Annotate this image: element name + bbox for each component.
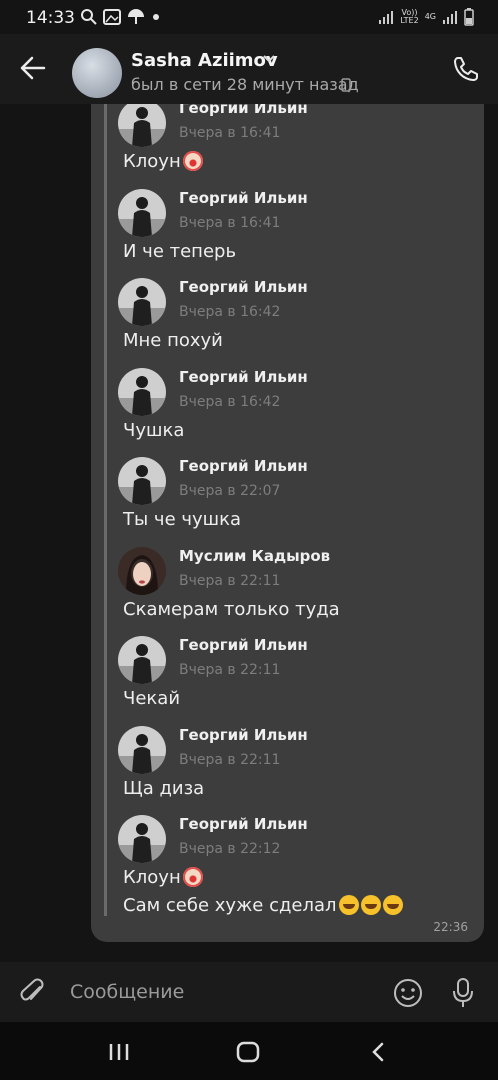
message-text-line2: Сам себе хуже сделал [123,895,403,916]
message-text-content: Мне похуй [123,330,223,351]
bubble-time: 22:36 [433,920,468,934]
network-label: Vo)) LTE2 [400,9,418,25]
author-avatar[interactable] [118,367,166,416]
signal-icon [379,11,394,24]
message-text-content: Чушка [123,419,185,441]
status-bar: 14:33 Vo)) LTE2 4G [0,0,498,34]
message-input[interactable]: Сообщение [70,981,184,1003]
message-text-content: Сам себе хуже сделал [123,895,337,916]
system-nav-bar [0,1022,498,1080]
status-time: 14:33 [26,8,75,28]
message-text: И че теперь [123,241,236,262]
author-name[interactable]: Георгий Ильин [179,368,308,386]
phone-call-icon[interactable] [452,55,480,83]
author-name[interactable]: Муслим Кадыров [179,547,330,565]
message-text: Мне похуй [123,330,223,351]
author-avatar[interactable] [118,188,166,237]
author-name[interactable]: Георгий Ильин [179,278,308,296]
home-icon[interactable] [236,1041,260,1063]
message-time: Вчера в 16:41 [179,125,281,141]
message-time: Вчера в 22:11 [179,751,281,768]
clown-emoji-icon [182,151,203,171]
chat-header: Sasha Aziimov был в сети 28 минут назад [0,34,498,104]
author-name[interactable]: Георгий Ильин [179,636,308,654]
dot-icon [153,14,159,20]
microphone-icon[interactable] [452,977,474,1009]
mobile-icon [341,78,351,92]
author-avatar[interactable] [118,725,166,774]
message-text-content: Ты че чушка [123,509,242,530]
message-text: Клоун [123,151,203,172]
emoji-icon[interactable] [393,978,423,1008]
attach-icon[interactable] [20,978,48,1008]
message-input-bar: Сообщение [0,962,498,1022]
author-name[interactable]: Георгий Ильин [179,189,308,207]
message-time: Вчера в 22:11 [179,572,281,589]
message-text: Ща диза [123,778,204,799]
message-text-content: И че теперь [123,240,237,262]
message-text-content: Ща диза [123,777,205,799]
message-time: Вчера в 16:42 [179,304,281,320]
message-text: Ты че чушка [123,509,241,530]
contact-status: был в сети 28 минут назад [131,75,359,94]
message-text: Клоун [123,867,203,888]
message-text: Чушка [123,420,184,441]
author-avatar[interactable] [118,636,166,684]
signal-icon [443,11,457,24]
gallery-icon [103,9,121,25]
lte-label: LTE2 [400,16,419,25]
author-avatar[interactable] [118,815,166,863]
recent-apps-icon[interactable] [108,1042,130,1062]
author-avatar[interactable] [118,278,166,326]
forward-bar [104,104,107,916]
battery-icon [464,8,474,26]
author-avatar[interactable] [118,546,166,595]
clown-emoji-icon [182,867,203,887]
author-name[interactable]: Георгий Ильин [179,726,308,744]
author-name[interactable]: Георгий Ильин [179,815,308,833]
chat-area[interactable]: Георгий Ильин Вчера в 16:41 Клоун Георгий И… [0,104,498,962]
contact-avatar[interactable] [72,48,122,98]
message-text-content: Скамерам только туда [123,598,340,620]
rofl-emoji-icon [382,895,403,915]
message-time: Вчера в 22:12 [179,841,281,857]
umbrella-icon [128,9,144,24]
author-name[interactable]: Георгий Ильин [179,104,308,117]
nav-back-icon[interactable] [370,1042,386,1062]
search-icon [81,9,97,25]
net-type: 4G [424,12,436,21]
rofl-emoji-icon [360,895,381,915]
message-time: Вчера в 16:42 [179,393,281,410]
chevron-down-icon[interactable] [262,54,276,64]
author-avatar[interactable] [118,457,166,505]
rofl-emoji-icon [338,895,359,915]
message-text-content: Чекай [123,688,181,709]
back-arrow-icon[interactable] [20,56,46,80]
message-text: Чекай [123,688,180,709]
message-time: Вчера в 16:41 [179,214,281,231]
author-name[interactable]: Георгий Ильин [179,457,308,475]
message-text-content: Клоун [123,867,181,888]
message-text-content: Клоун [123,151,181,172]
contact-name[interactable]: Sasha Aziimov [131,50,278,71]
message-time: Вчера в 22:11 [179,662,281,678]
message-time: Вчера в 22:07 [179,483,281,499]
message-text: Скамерам только туда [123,599,340,620]
